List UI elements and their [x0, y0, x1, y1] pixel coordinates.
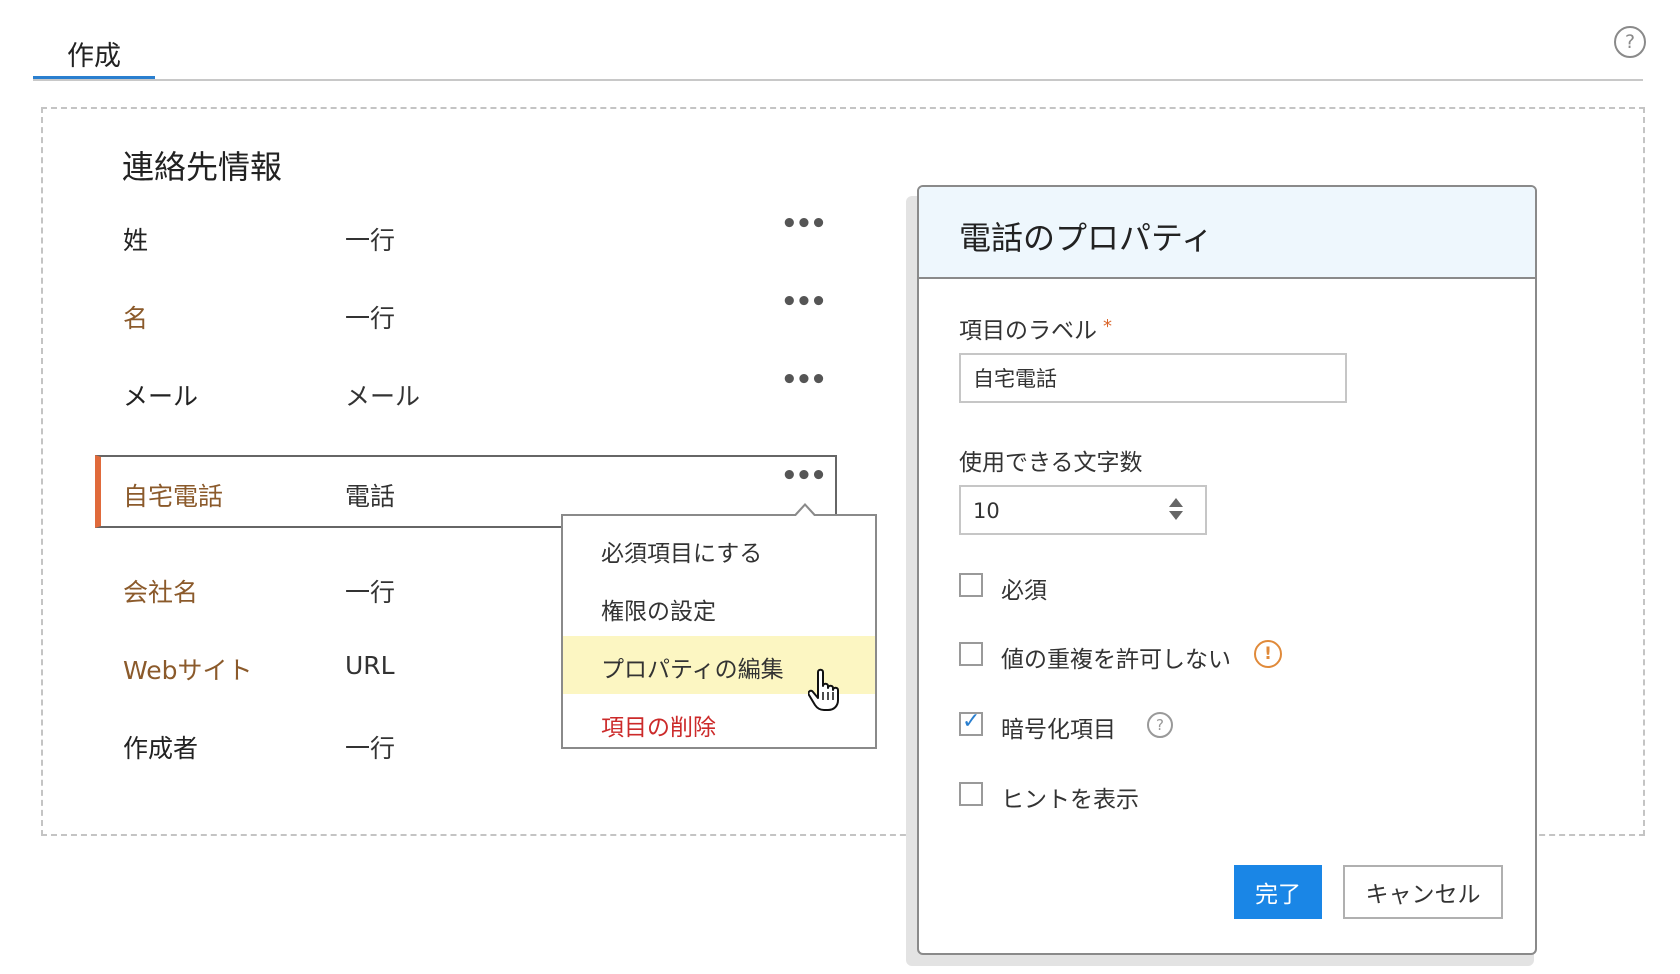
option-encrypted[interactable]: 暗号化項目 ? — [959, 709, 1219, 743]
field-label: Webサイト — [123, 656, 253, 685]
required-checkbox[interactable] — [959, 573, 983, 597]
menu-item-label: 必須項目にする — [601, 541, 763, 567]
cancel-button[interactable]: キャンセル — [1343, 865, 1503, 919]
field-label: 姓 — [123, 226, 149, 255]
done-button[interactable]: 完了 — [1234, 865, 1322, 919]
more-options-icon[interactable]: ••• — [781, 365, 827, 395]
hand-cursor-icon — [808, 668, 839, 711]
field-row-email[interactable]: メール メール ••• — [95, 359, 837, 431]
help-icon[interactable]: ? — [1614, 26, 1646, 58]
field-label-caption: 項目のラベル * — [959, 311, 1112, 345]
tab-create[interactable]: 作成 — [33, 30, 155, 79]
field-label: 作成者 — [123, 734, 199, 763]
field-label-text: 項目のラベル — [959, 318, 1097, 344]
max-chars-label: 使用できる文字数 — [959, 450, 1143, 476]
menu-item-permissions[interactable]: 権限の設定 — [563, 578, 875, 636]
required-mark: * — [1103, 316, 1112, 337]
field-type: 電話 — [345, 482, 396, 511]
help-icon[interactable]: ? — [1147, 712, 1173, 738]
option-no-duplicates[interactable]: 値の重複を許可しない ! — [959, 640, 1319, 673]
field-type: 一行 — [345, 734, 396, 763]
field-label: 会社名 — [123, 578, 199, 607]
more-options-icon[interactable]: ••• — [781, 287, 827, 317]
no-duplicates-checkbox[interactable] — [959, 642, 983, 666]
phone-properties-dialog: 電話のプロパティ 項目のラベル * 使用できる文字数 10 必須 値の重複を許可し… — [917, 185, 1537, 955]
field-label-input[interactable] — [959, 353, 1347, 403]
more-options-icon[interactable]: ••• — [781, 209, 827, 239]
encrypted-label: 暗号化項目 — [1001, 717, 1116, 743]
menu-item-label: 項目の削除 — [601, 715, 716, 741]
dialog-title: 電話のプロパティ — [959, 219, 1214, 257]
field-row-first-name[interactable]: 名 一行 ••• — [95, 281, 837, 353]
tab-create-label: 作成 — [67, 41, 121, 72]
menu-item-make-required[interactable]: 必須項目にする — [563, 520, 875, 578]
field-label: メール — [123, 382, 199, 411]
stepper-arrows-icon[interactable] — [1169, 498, 1183, 522]
field-type: 一行 — [345, 304, 396, 333]
show-hint-label: ヒントを表示 — [1001, 787, 1139, 813]
option-required[interactable]: 必須 — [959, 571, 1259, 604]
max-chars-value: 10 — [973, 499, 1000, 523]
field-type: メール — [345, 382, 421, 411]
required-label: 必須 — [1001, 578, 1047, 604]
tab-bar: 作成 — [33, 0, 1643, 81]
no-duplicates-label: 値の重複を許可しない — [1001, 647, 1231, 673]
menu-item-label: 権限の設定 — [601, 599, 716, 625]
warning-icon[interactable]: ! — [1254, 640, 1282, 668]
field-context-menu: 必須項目にする 権限の設定 プロパティの編集 項目の削除 — [561, 503, 877, 749]
field-row-last-name[interactable]: 姓 一行 ••• — [95, 203, 837, 275]
field-type: 一行 — [345, 226, 396, 255]
field-label: 名 — [123, 304, 149, 333]
field-label: 自宅電話 — [123, 482, 224, 511]
dialog-header: 電話のプロパティ — [919, 187, 1535, 279]
more-options-icon[interactable]: ••• — [781, 461, 827, 491]
field-type: 一行 — [345, 578, 396, 607]
menu-caret — [793, 503, 817, 517]
menu-item-label: プロパティの編集 — [601, 657, 784, 683]
field-type: URL — [345, 651, 395, 680]
max-chars-stepper[interactable]: 10 — [959, 485, 1207, 535]
section-title: 連絡先情報 — [122, 148, 283, 186]
encrypted-checkbox[interactable] — [959, 709, 983, 736]
option-show-hint[interactable]: ヒントを表示 — [959, 780, 1259, 813]
show-hint-checkbox[interactable] — [959, 782, 983, 806]
